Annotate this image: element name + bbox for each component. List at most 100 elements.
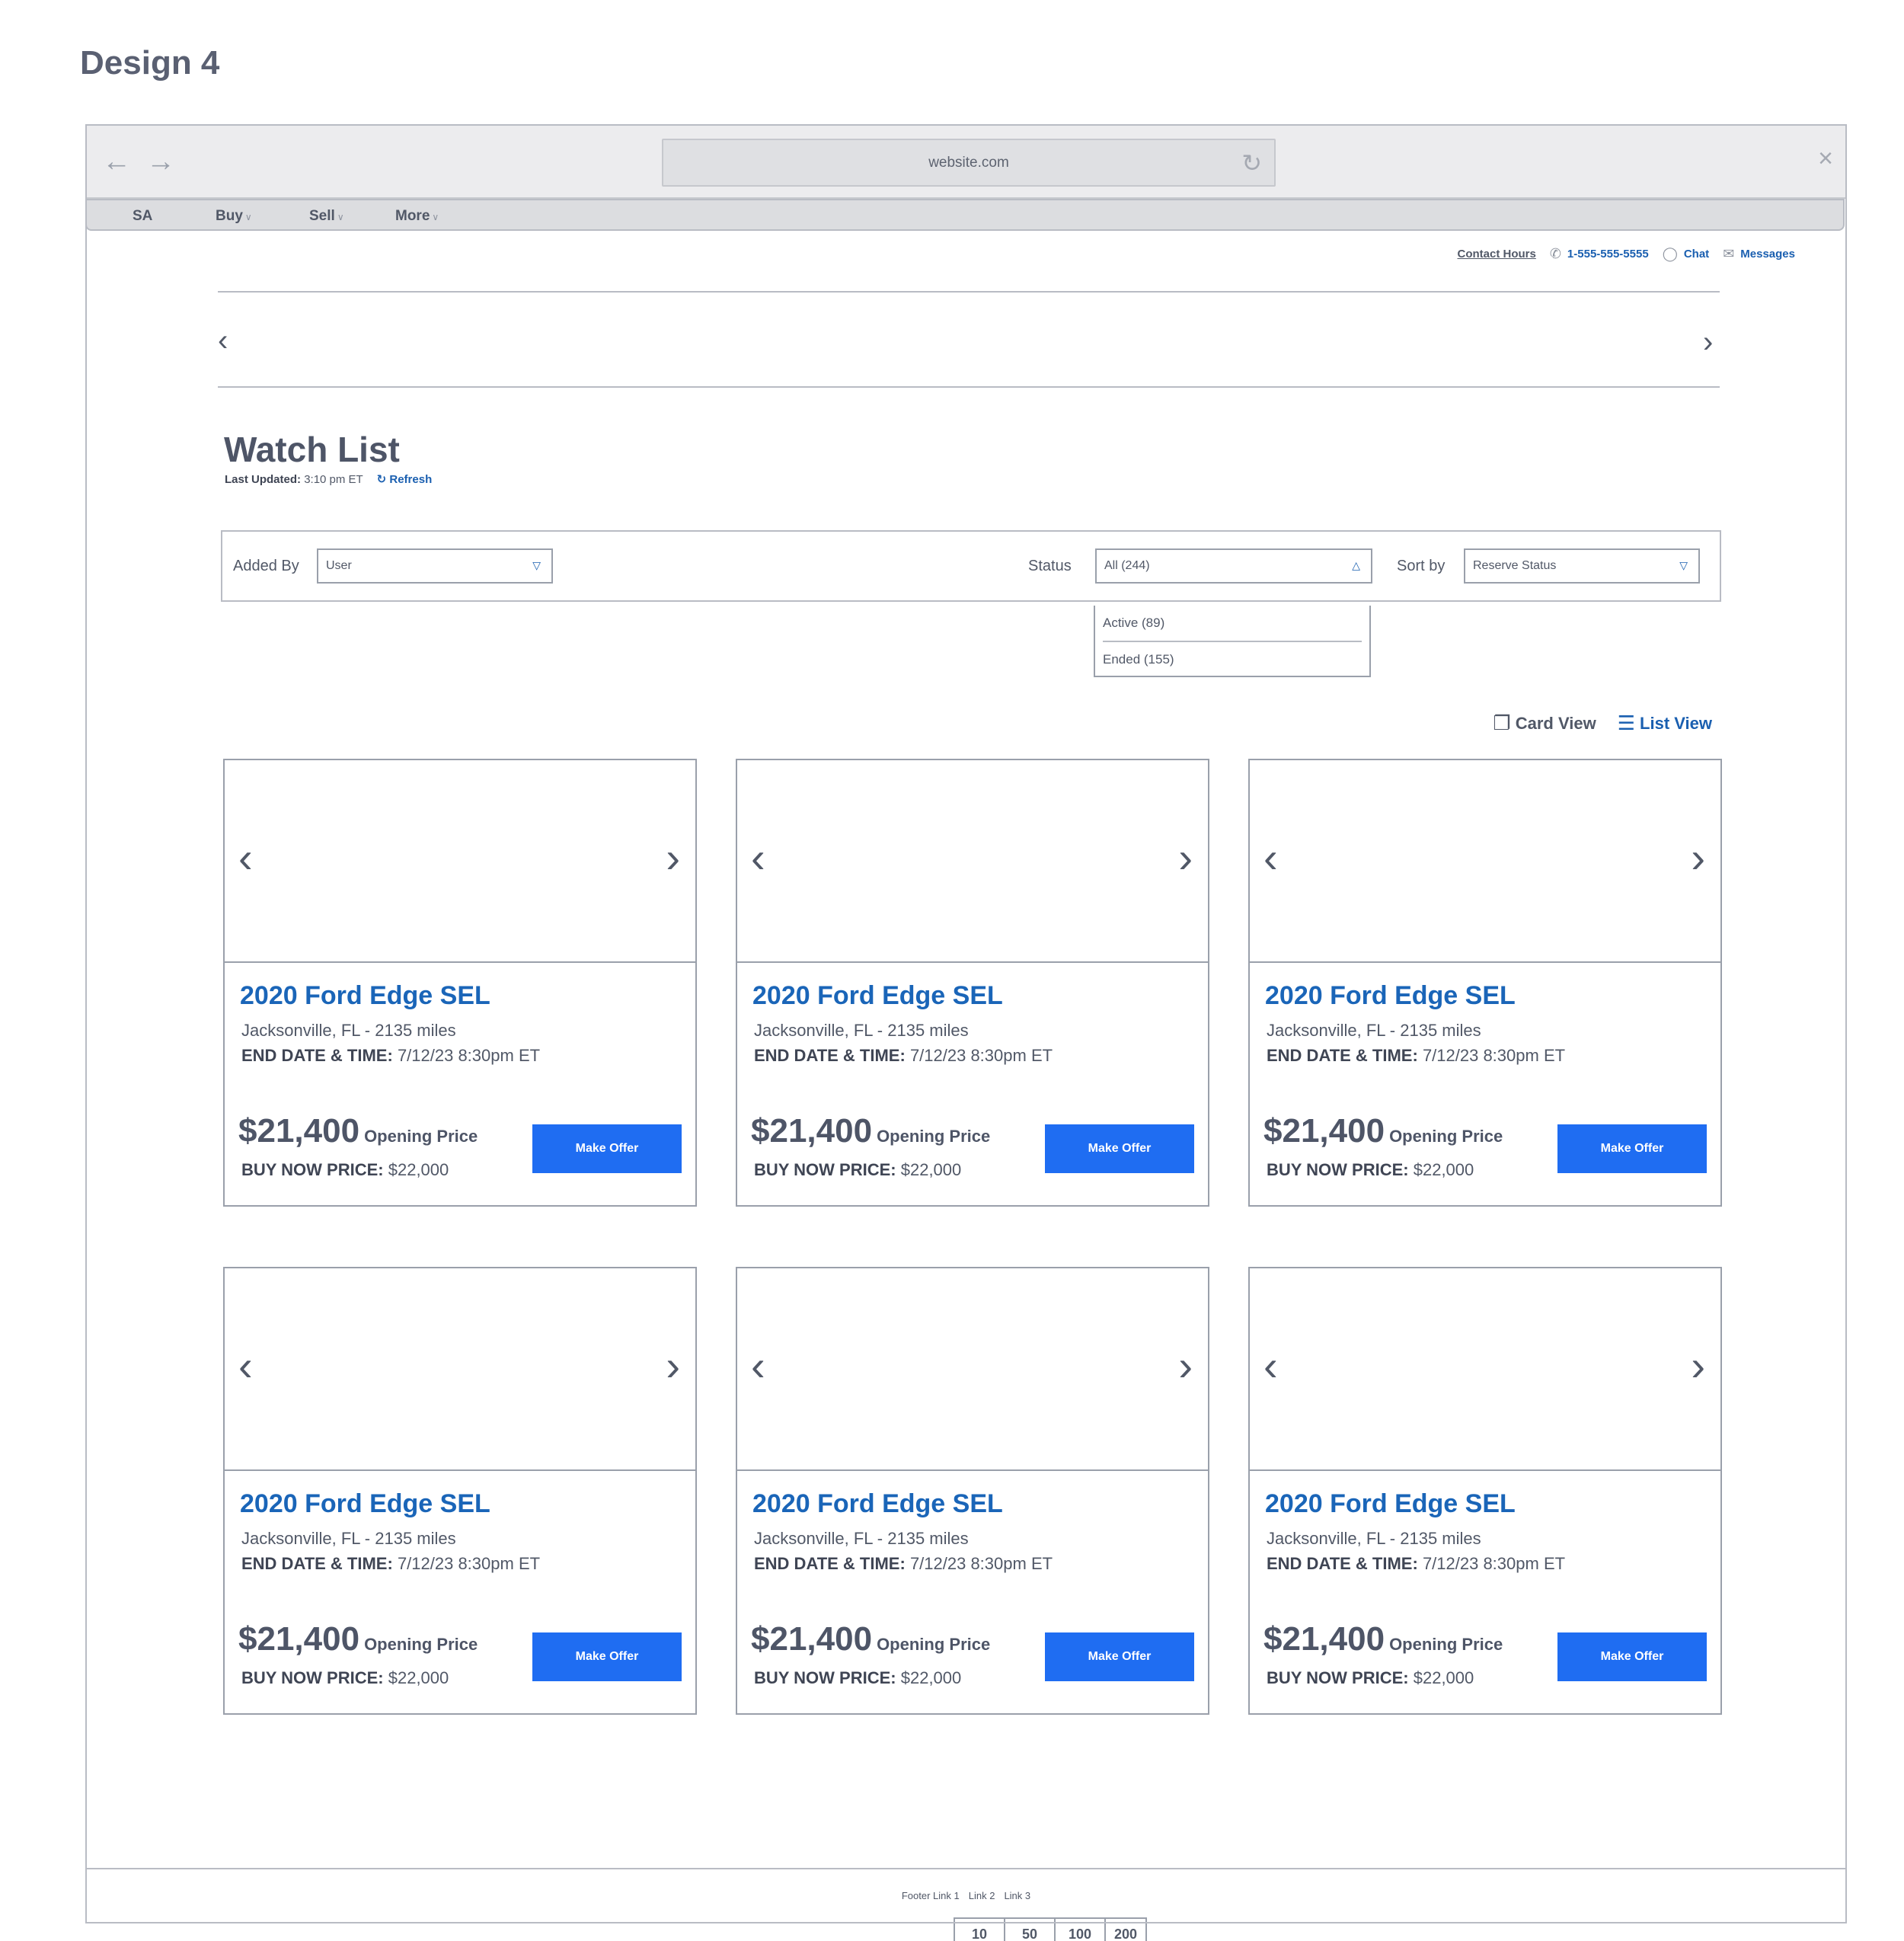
list-view-button[interactable]: ☰ List View xyxy=(1618,711,1712,735)
make-offer-button[interactable]: Make Offer xyxy=(1045,1632,1194,1681)
added-by-label: Added By xyxy=(233,558,299,574)
listing-price: $21,400 Opening Price xyxy=(1263,1620,1503,1658)
footer-link-2[interactable]: Link 2 xyxy=(969,1890,995,1901)
listing-buy-now-price: BUY NOW PRICE: $22,000 xyxy=(1267,1668,1474,1687)
listing-buy-now-price: BUY NOW PRICE: $22,000 xyxy=(754,1668,962,1687)
listing-location: Jacksonville, FL - 2135 miles xyxy=(1267,1529,1481,1548)
url-text: website.com xyxy=(928,154,1009,171)
reload-icon[interactable]: ↻ xyxy=(1241,151,1262,175)
chevron-left-icon[interactable]: ‹ xyxy=(1263,836,1278,879)
listing-title[interactable]: 2020 Ford Edge SEL xyxy=(1265,981,1516,1011)
divider xyxy=(218,291,1720,293)
status-label: Status xyxy=(1028,558,1072,574)
card-view-icon: ❐ xyxy=(1493,711,1511,734)
listing-price: $21,400 Opening Price xyxy=(751,1620,991,1658)
listing-image: ‹ › xyxy=(1250,1268,1720,1471)
arrow-left-icon[interactable]: ← xyxy=(102,147,131,176)
contact-hours-link[interactable]: Contact Hours xyxy=(1457,248,1535,261)
listing-card[interactable]: ‹ › 2020 Ford Edge SEL Jacksonville, FL - 2… xyxy=(223,759,697,1207)
listing-buy-now-price: BUY NOW PRICE: $22,000 xyxy=(241,1668,449,1687)
menu-item-sell[interactable]: Sell ∨ xyxy=(309,208,344,225)
make-offer-button[interactable]: Make Offer xyxy=(532,1632,682,1681)
address-bar[interactable]: website.com ↻ xyxy=(662,139,1276,187)
listing-card[interactable]: ‹ › 2020 Ford Edge SEL Jacksonville, FL - 2… xyxy=(1248,759,1722,1207)
chat-link[interactable]: ◯ Chat xyxy=(1663,246,1710,262)
listing-title[interactable]: 2020 Ford Edge SEL xyxy=(752,1489,1003,1519)
chevron-left-icon[interactable]: ‹ xyxy=(238,1345,253,1387)
listing-card[interactable]: ‹ › 2020 Ford Edge SEL Jacksonville, FL - 2… xyxy=(1248,1267,1722,1715)
chevron-left-icon[interactable]: ‹ xyxy=(751,836,765,879)
listing-buy-now-price: BUY NOW PRICE: $22,000 xyxy=(241,1160,449,1179)
caret-up-icon: △ xyxy=(1352,559,1360,571)
listing-title[interactable]: 2020 Ford Edge SEL xyxy=(752,981,1003,1011)
chevron-down-icon: ∨ xyxy=(337,212,344,222)
menu-item-more[interactable]: More ∨ xyxy=(395,208,439,225)
listing-card[interactable]: ‹ › 2020 Ford Edge SEL Jacksonville, FL - 2… xyxy=(736,759,1209,1207)
messages-link[interactable]: ✉ Messages xyxy=(1723,246,1795,262)
refresh-link[interactable]: ↻ Refresh xyxy=(377,473,433,486)
added-by-select[interactable]: User ▽ xyxy=(317,548,553,584)
listing-location: Jacksonville, FL - 2135 miles xyxy=(754,1021,969,1040)
chevron-left-icon[interactable]: ‹ xyxy=(238,836,253,879)
listing-location: Jacksonville, FL - 2135 miles xyxy=(241,1021,456,1040)
chevron-right-icon[interactable]: › xyxy=(1691,836,1705,879)
page-title: Watch List xyxy=(224,430,400,469)
listing-end-date: END DATE & TIME: 7/12/23 8:30pm ET xyxy=(241,1554,541,1573)
chevron-down-icon: ∨ xyxy=(432,212,439,222)
refresh-icon: ↻ xyxy=(376,473,387,486)
listing-end-date: END DATE & TIME: 7/12/23 8:30pm ET xyxy=(754,1046,1053,1065)
listing-price: $21,400 Opening Price xyxy=(238,1620,478,1658)
listing-title[interactable]: 2020 Ford Edge SEL xyxy=(240,1489,490,1519)
listing-price: $21,400 Opening Price xyxy=(238,1112,478,1150)
last-updated: Last Updated: 3:10 pm ET ↻ Refresh xyxy=(225,473,433,486)
menu-item-buy[interactable]: Buy ∨ xyxy=(216,208,252,225)
browser-window: ← → website.com ↻ × SA Buy ∨ Sell ∨ More ∨ … xyxy=(85,124,1847,1941)
chevron-right-icon[interactable]: › xyxy=(1691,1345,1705,1387)
listing-location: Jacksonville, FL - 2135 miles xyxy=(754,1529,969,1548)
sort-by-select[interactable]: Reserve Status ▽ xyxy=(1464,548,1700,584)
site-menu-bar: SA Buy ∨ Sell ∨ More ∨ xyxy=(85,199,1845,231)
chevron-right-icon[interactable]: › xyxy=(1178,1345,1193,1387)
phone-link[interactable]: ✆ 1-555-555-5555 xyxy=(1550,246,1649,262)
listing-title[interactable]: 2020 Ford Edge SEL xyxy=(1265,1489,1516,1519)
caret-down-icon: ▽ xyxy=(1679,559,1688,571)
chevron-right-icon[interactable]: › xyxy=(666,836,680,879)
footer-link-3[interactable]: Link 3 xyxy=(1004,1890,1030,1901)
listing-title[interactable]: 2020 Ford Edge SEL xyxy=(240,981,490,1011)
design-title: Design 4 xyxy=(80,44,220,82)
arrow-right-icon[interactable]: → xyxy=(146,147,175,176)
divider xyxy=(218,386,1720,388)
chevron-right-icon[interactable]: › xyxy=(666,1345,680,1387)
chevron-right-icon[interactable]: › xyxy=(1703,327,1713,357)
chevron-down-icon: ∨ xyxy=(244,212,252,222)
view-toggle: ❐ Card View ☰ List View xyxy=(1493,711,1712,735)
status-option-ended[interactable]: Ended (155) xyxy=(1095,642,1369,677)
make-offer-button[interactable]: Make Offer xyxy=(1045,1124,1194,1173)
status-select[interactable]: All (244) △ xyxy=(1095,548,1372,584)
menu-item-sa[interactable]: SA xyxy=(133,208,152,225)
listing-location: Jacksonville, FL - 2135 miles xyxy=(1267,1021,1481,1040)
make-offer-button[interactable]: Make Offer xyxy=(532,1124,682,1173)
chat-icon: ◯ xyxy=(1662,246,1678,261)
chevron-left-icon[interactable]: ‹ xyxy=(1263,1345,1278,1387)
listing-card[interactable]: ‹ › 2020 Ford Edge SEL Jacksonville, FL - 2… xyxy=(736,1267,1209,1715)
card-view-button[interactable]: ❐ Card View xyxy=(1493,711,1596,735)
listing-card[interactable]: ‹ › 2020 Ford Edge SEL Jacksonville, FL - 2… xyxy=(223,1267,697,1715)
listing-price: $21,400 Opening Price xyxy=(1263,1112,1503,1150)
chevron-left-icon[interactable]: ‹ xyxy=(218,325,228,356)
phone-icon: ✆ xyxy=(1549,246,1561,261)
status-option-active[interactable]: Active (89) xyxy=(1095,606,1369,641)
sort-by-label: Sort by xyxy=(1397,558,1446,574)
status-dropdown-menu: Active (89) Ended (155) xyxy=(1094,606,1371,677)
listing-end-date: END DATE & TIME: 7/12/23 8:30pm ET xyxy=(1267,1554,1566,1573)
chevron-right-icon[interactable]: › xyxy=(1178,836,1193,879)
utility-links: Contact Hours ✆ 1-555-555-5555 ◯ Chat ✉ Mes… xyxy=(1457,246,1795,262)
make-offer-button[interactable]: Make Offer xyxy=(1557,1632,1707,1681)
listing-buy-now-price: BUY NOW PRICE: $22,000 xyxy=(1267,1160,1474,1179)
listing-buy-now-price: BUY NOW PRICE: $22,000 xyxy=(754,1160,962,1179)
close-icon[interactable]: × xyxy=(1818,145,1833,171)
chevron-left-icon[interactable]: ‹ xyxy=(751,1345,765,1387)
make-offer-button[interactable]: Make Offer xyxy=(1557,1124,1707,1173)
listing-price: $21,400 Opening Price xyxy=(751,1112,991,1150)
footer-link-1[interactable]: Footer Link 1 xyxy=(902,1890,960,1901)
